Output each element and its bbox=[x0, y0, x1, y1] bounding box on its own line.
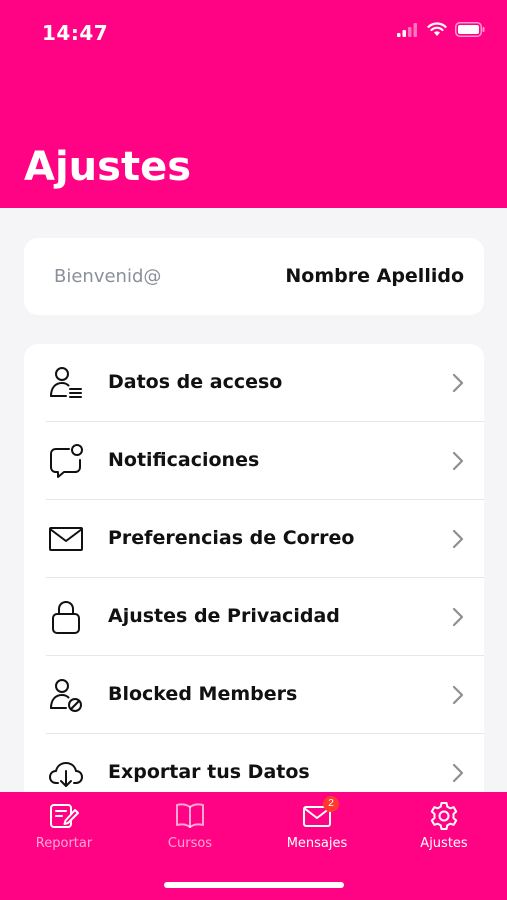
signal-icon bbox=[397, 22, 417, 37]
page-title: Ajustes bbox=[24, 144, 192, 190]
menu-item-label: Preferencias de Correo bbox=[108, 527, 355, 549]
chevron-right-icon bbox=[452, 529, 464, 549]
chevron-right-icon bbox=[452, 373, 464, 393]
tab-reportar[interactable]: Reportar bbox=[9, 800, 119, 860]
status-icons bbox=[397, 22, 485, 37]
user-blocked-icon bbox=[50, 679, 82, 712]
lock-icon bbox=[52, 601, 80, 634]
mail-tab-icon-wrap: 2 bbox=[301, 796, 339, 832]
menu-item-label: Ajustes de Privacidad bbox=[108, 605, 340, 627]
gear-icon bbox=[430, 802, 458, 830]
menu-item-label: Exportar tus Datos bbox=[108, 761, 310, 783]
tab-cursos[interactable]: Cursos bbox=[135, 800, 245, 860]
user-name: Nombre Apellido bbox=[285, 265, 464, 287]
chevron-right-icon bbox=[452, 763, 464, 783]
menu-item-label: Datos de acceso bbox=[108, 371, 283, 393]
tab-ajustes[interactable]: Ajustes bbox=[389, 800, 499, 860]
report-edit-icon bbox=[50, 804, 79, 828]
chevron-right-icon bbox=[452, 685, 464, 705]
tab-label: Ajustes bbox=[420, 836, 468, 851]
home-indicator bbox=[164, 882, 344, 888]
menu-item-notificaciones[interactable]: Notificaciones bbox=[24, 422, 484, 500]
chevron-right-icon bbox=[452, 607, 464, 627]
settings-menu: Datos de acceso Notificaciones Preferenc… bbox=[24, 344, 484, 814]
tab-label: Mensajes bbox=[286, 836, 348, 851]
wifi-icon bbox=[427, 22, 447, 36]
unread-badge: 2 bbox=[323, 796, 339, 812]
tab-bar: Reportar Cursos 2 Mensajes Ajustes bbox=[0, 792, 507, 900]
menu-item-label: Notificaciones bbox=[108, 449, 260, 471]
tab-mensajes[interactable]: 2 Mensajes bbox=[262, 796, 372, 860]
book-icon bbox=[176, 803, 204, 828]
battery-icon bbox=[455, 22, 485, 37]
menu-item-datos-de-acceso[interactable]: Datos de acceso bbox=[24, 344, 484, 422]
menu-item-ajustes-de-privacidad[interactable]: Ajustes de Privacidad bbox=[24, 578, 484, 656]
tab-label: Cursos bbox=[167, 836, 213, 851]
chevron-right-icon bbox=[452, 451, 464, 471]
cloud-download-icon bbox=[49, 762, 83, 787]
status-time: 14:47 bbox=[42, 21, 109, 45]
header: 14:47 Ajustes bbox=[0, 0, 507, 208]
user-list-icon bbox=[50, 367, 82, 398]
chat-notification-icon bbox=[50, 444, 83, 478]
welcome-label: Bienvenid@ bbox=[54, 266, 162, 287]
tab-label: Reportar bbox=[35, 836, 93, 851]
menu-item-preferencias-de-correo[interactable]: Preferencias de Correo bbox=[24, 500, 484, 578]
menu-item-blocked-members[interactable]: Blocked Members bbox=[24, 656, 484, 734]
welcome-card: Bienvenid@ Nombre Apellido bbox=[24, 238, 484, 315]
mail-icon bbox=[49, 527, 83, 551]
menu-item-label: Blocked Members bbox=[108, 683, 298, 705]
